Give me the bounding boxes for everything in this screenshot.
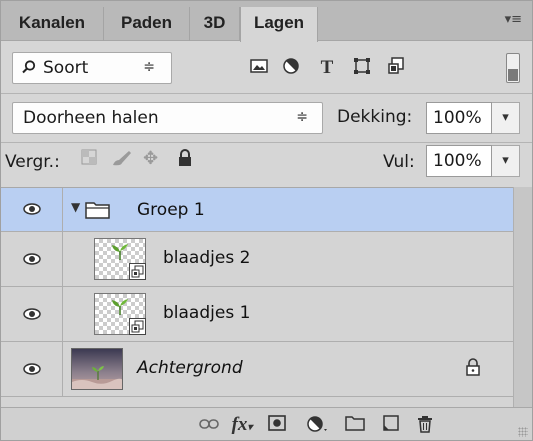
trash-icon[interactable]	[413, 415, 437, 435]
resize-grip-icon[interactable]	[518, 427, 528, 437]
layer-name: blaadjes 2	[163, 248, 251, 268]
layer-row-group[interactable]: ▼ Groep 1	[1, 188, 513, 232]
filter-type-select[interactable]: Soort ≑	[12, 52, 172, 84]
fill-dropdown-button[interactable]: ▾	[492, 145, 520, 177]
collapse-triangle-icon[interactable]: ▼	[71, 200, 80, 214]
lock-pixels-brush-icon[interactable]	[111, 149, 133, 169]
fill-label: Vul:	[383, 152, 415, 172]
sprout-icon	[112, 244, 128, 260]
layer-name: blaadjes 1	[163, 303, 251, 323]
smart-object-filter-icon[interactable]	[385, 57, 407, 79]
eye-icon[interactable]	[23, 250, 41, 268]
blend-mode-select[interactable]: Doorheen halen ≑	[12, 102, 323, 134]
search-icon	[22, 60, 36, 74]
layer-thumbnail	[94, 293, 146, 335]
tab-lagen[interactable]: Lagen	[240, 7, 318, 42]
lock-transparency-icon[interactable]	[81, 149, 97, 169]
visibility-cell[interactable]	[1, 188, 63, 231]
visibility-cell[interactable]	[1, 232, 63, 286]
layers-footer-toolbar: fx▾	[1, 407, 532, 440]
lock-position-move-icon[interactable]: ✥	[143, 149, 158, 169]
layers-panel: Kanalen Paden 3D Lagen ▾≡ Soort ≑ T Door…	[0, 0, 533, 441]
tab-3d[interactable]: 3D	[190, 7, 240, 41]
opacity-input[interactable]: 100%	[426, 102, 492, 134]
visibility-cell[interactable]	[1, 287, 63, 341]
blend-mode-label: Doorheen halen	[23, 108, 159, 128]
type-filter-icon[interactable]: T	[317, 57, 337, 79]
eye-icon[interactable]	[23, 360, 41, 378]
adjustment-filter-icon[interactable]	[281, 57, 301, 79]
shape-filter-icon[interactable]	[351, 57, 373, 79]
layer-thumbnail	[94, 238, 146, 280]
divider	[1, 142, 532, 143]
opacity-dropdown-button[interactable]: ▾	[492, 102, 520, 134]
folder-icon	[85, 202, 110, 219]
layer-row-smart-object[interactable]: blaadjes 1	[1, 287, 513, 342]
visibility-cell[interactable]	[1, 342, 63, 396]
background-thumbnail	[71, 348, 123, 390]
tab-bar: Kanalen Paden 3D Lagen ▾≡	[1, 1, 532, 42]
fill-input[interactable]: 100%	[426, 145, 492, 177]
fx-icon[interactable]: fx▾	[227, 415, 257, 435]
new-group-folder-icon[interactable]	[343, 415, 367, 435]
tab-paden[interactable]: Paden	[104, 7, 190, 41]
layer-row-smart-object[interactable]: blaadjes 2	[1, 232, 513, 287]
smart-object-badge-icon	[129, 318, 146, 335]
layer-name: Groep 1	[137, 200, 205, 220]
layer-name: Achtergrond	[137, 358, 243, 378]
new-layer-icon[interactable]	[379, 415, 403, 435]
divider	[1, 93, 532, 94]
sprout-icon	[112, 299, 128, 315]
layer-row-background[interactable]: Achtergrond	[1, 342, 513, 397]
filter-type-label: Soort	[43, 58, 89, 78]
lock-label: Vergr.:	[5, 152, 60, 172]
tab-kanalen[interactable]: Kanalen	[1, 7, 104, 41]
add-mask-icon[interactable]	[265, 415, 289, 435]
lock-icon	[466, 358, 480, 376]
adjustment-layer-icon[interactable]	[303, 415, 333, 435]
smart-object-badge-icon	[129, 263, 146, 280]
eye-icon[interactable]	[23, 200, 41, 218]
updown-icon: ≑	[143, 59, 155, 75]
updown-icon: ≑	[296, 109, 308, 125]
lock-all-icon[interactable]	[177, 149, 193, 169]
opacity-label: Dekking:	[337, 107, 413, 127]
link-layers-icon[interactable]	[197, 415, 221, 435]
image-filter-icon[interactable]	[249, 57, 269, 79]
panel-menu-icon[interactable]: ▾≡	[505, 12, 522, 27]
layers-list: ▼ Groep 1 blaadjes 2 blaadjes 1 Achtergr…	[1, 187, 532, 407]
eye-icon[interactable]	[23, 305, 41, 323]
filter-toggle-switch[interactable]	[506, 53, 520, 83]
layers-scrollbar[interactable]	[513, 187, 532, 407]
